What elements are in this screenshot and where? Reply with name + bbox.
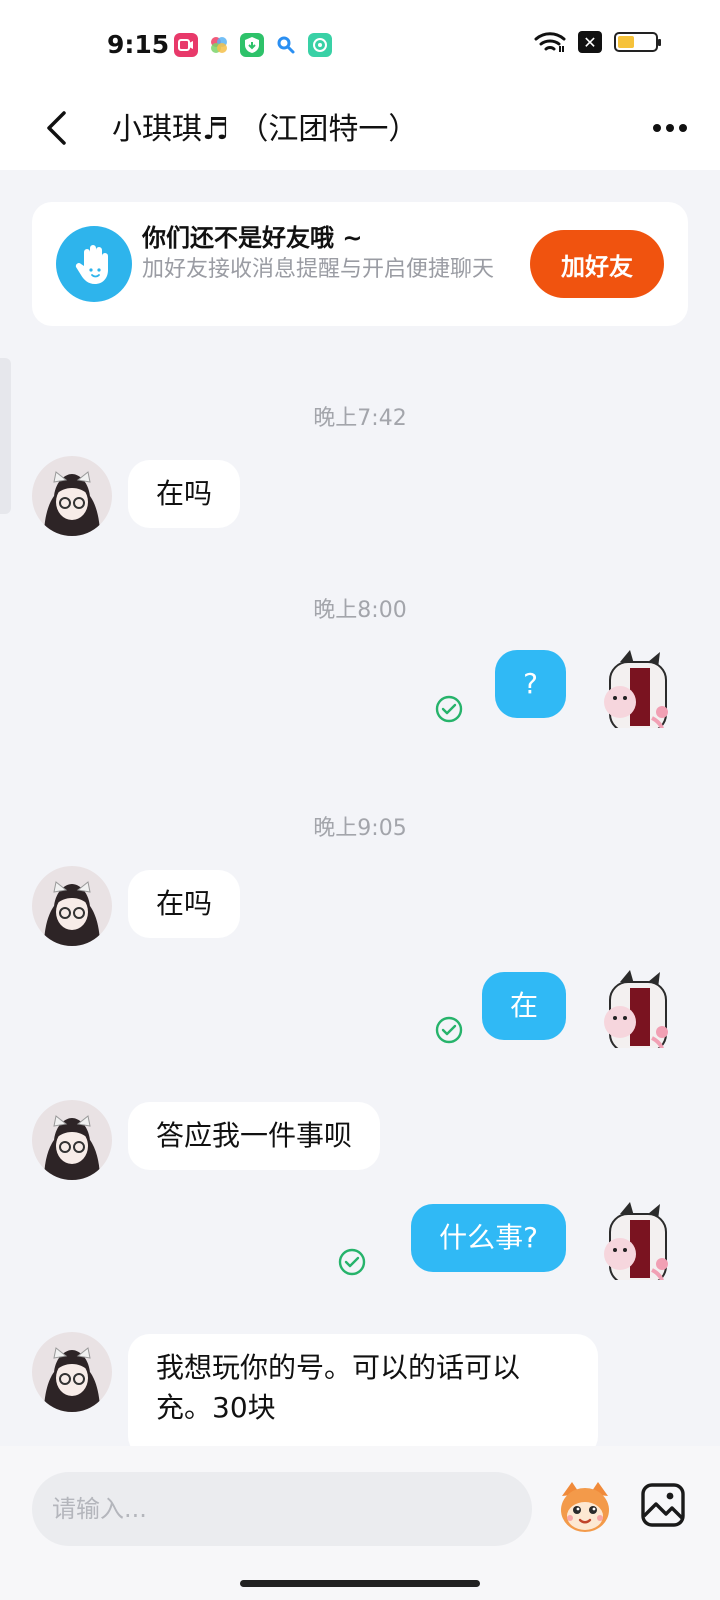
read-check-icon	[435, 695, 463, 723]
contact-avatar[interactable]	[32, 456, 112, 536]
shield-app-icon	[240, 33, 264, 57]
input-bar	[0, 1446, 720, 1600]
read-check-icon	[338, 1248, 366, 1276]
image-icon	[641, 1483, 685, 1527]
no-sim-icon: ✕	[578, 31, 602, 53]
contact-avatar[interactable]	[32, 1332, 112, 1412]
mascot-emoji-icon	[561, 1482, 609, 1532]
read-check-icon	[435, 1016, 463, 1044]
friend-request-banner: 你们还不是好友哦 ~ 加好友接收消息提醒与开启便捷聊天 加好友	[32, 202, 688, 326]
incoming-message-bubble[interactable]: 在吗	[128, 870, 241, 938]
my-avatar[interactable]	[590, 648, 670, 728]
outgoing-message-bubble[interactable]: 在	[481, 972, 566, 1040]
my-avatar[interactable]	[590, 968, 670, 1048]
incoming-message-bubble[interactable]: 在吗	[128, 460, 241, 528]
chevron-left-icon	[47, 111, 66, 145]
incoming-message-bubble[interactable]: 我想玩你的号。可以的话可以充。30块	[128, 1334, 598, 1458]
search-app-icon	[274, 33, 298, 57]
side-drawer-handle[interactable]	[0, 358, 11, 514]
message-time: 晚上9:05	[313, 816, 407, 841]
hand-wave-icon	[56, 226, 132, 302]
message-input[interactable]	[32, 1472, 532, 1546]
message-time: 晚上8:00	[313, 598, 407, 623]
more-dot-icon	[653, 124, 661, 132]
more-dot-icon	[679, 124, 687, 132]
banner-subtitle: 加好友接收消息提醒与开启便捷聊天	[142, 257, 495, 282]
home-indicator[interactable]	[240, 1580, 480, 1587]
add-friend-button[interactable]: 加好友	[530, 230, 664, 298]
video-app-icon	[174, 33, 198, 57]
status-indicators: ✕	[534, 30, 661, 54]
contact-avatar[interactable]	[32, 866, 112, 946]
outgoing-message-bubble[interactable]: ?	[495, 650, 566, 718]
more-dot-icon	[666, 124, 674, 132]
battery-level	[618, 36, 635, 48]
my-avatar[interactable]	[590, 1200, 670, 1280]
gallery-app-icon	[207, 33, 231, 57]
chat-header: 小琪琪♬ （江团特一）	[0, 88, 720, 170]
incoming-message-bubble[interactable]: 答应我一件事呗	[128, 1102, 381, 1170]
status-bar: 9:15 ✕	[0, 0, 720, 88]
qq-app-icon	[308, 33, 332, 57]
banner-title: 你们还不是好友哦 ~	[142, 224, 363, 252]
back-button[interactable]	[36, 102, 76, 154]
outgoing-message-bubble[interactable]: 什么事?	[411, 1204, 566, 1272]
wifi-icon	[534, 32, 566, 52]
chat-title: 小琪琪♬ （江团特一）	[112, 112, 419, 147]
contact-avatar[interactable]	[32, 1100, 112, 1180]
battery-icon	[614, 32, 661, 52]
status-time: 9:15	[107, 30, 170, 59]
emoji-button[interactable]	[554, 1476, 616, 1538]
more-options-button[interactable]	[648, 108, 692, 148]
image-button[interactable]	[640, 1482, 686, 1528]
message-time: 晚上7:42	[313, 406, 407, 431]
